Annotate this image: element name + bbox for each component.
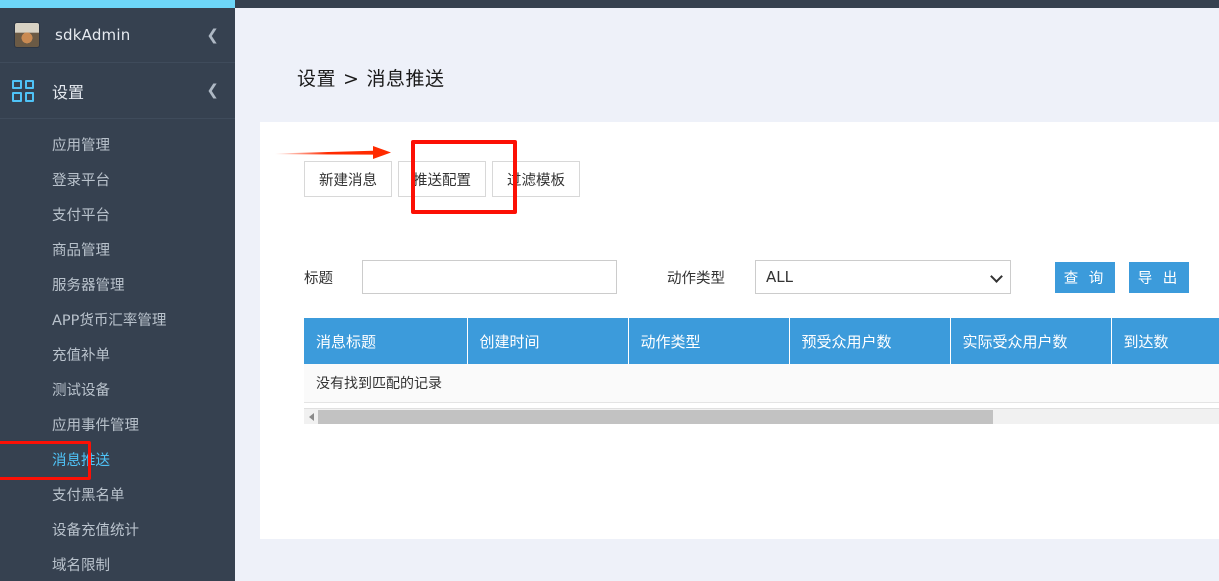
sidebar: sdkAdmin ❮ 设置 ❮ 应用管理 登录平台 支付平台 商品管理 服务器管… — [0, 0, 235, 581]
scrollbar-thumb[interactable] — [318, 409, 993, 424]
table-header: 消息标题 创建时间 动作类型 预受众用户数 实际受众用户数 到达数 — [304, 318, 1219, 364]
sidebar-item-label: APP货币汇率管理 — [52, 313, 167, 329]
main-topbar — [235, 0, 1219, 8]
scroll-left-arrow-icon[interactable] — [304, 409, 318, 425]
sidebar-item-label: 消息推送 — [52, 453, 110, 469]
filter-bar: 标题 动作类型 ALL 查 询 导 出 — [304, 260, 1194, 294]
tab-label: 新建消息 — [319, 172, 377, 189]
tab-push-config[interactable]: 推送配置 — [398, 161, 486, 197]
sidebar-item-label: 商品管理 — [52, 243, 110, 259]
action-type-label: 动作类型 — [667, 270, 725, 287]
sidebar-item-domain-restriction[interactable]: 域名限制 — [0, 547, 235, 581]
breadcrumb-separator: > — [343, 68, 360, 90]
tab-new-message[interactable]: 新建消息 — [304, 161, 392, 197]
table-header-row: 消息标题 创建时间 动作类型 预受众用户数 实际受众用户数 到达数 — [304, 318, 1219, 364]
horizontal-scrollbar[interactable] — [304, 408, 1219, 424]
breadcrumb-root[interactable]: 设置 — [297, 68, 336, 90]
sidebar-menu: 应用管理 登录平台 支付平台 商品管理 服务器管理 APP货币汇率管理 充值补单… — [0, 119, 235, 581]
sidebar-item-payment-blacklist[interactable]: 支付黑名单 — [0, 477, 235, 512]
sidebar-item-app-management[interactable]: 应用管理 — [0, 127, 235, 162]
breadcrumb: 设置 > 消息推送 — [235, 8, 1219, 91]
red-arrow-annotation — [275, 146, 391, 159]
sidebar-item-label: 设备充值统计 — [52, 523, 139, 539]
sidebar-item-message-push[interactable]: 消息推送 — [0, 441, 235, 480]
column-header-message-title[interactable]: 消息标题 — [304, 318, 468, 364]
sidebar-item-payment-platform[interactable]: 支付平台 — [0, 197, 235, 232]
column-header-reach-count[interactable]: 到达数 — [1111, 318, 1219, 364]
sidebar-section-settings[interactable]: 设置 ❮ — [0, 63, 235, 119]
sidebar-item-app-currency-rate[interactable]: APP货币汇率管理 — [0, 302, 235, 337]
avatar — [14, 22, 40, 48]
sidebar-item-recharge-supplement[interactable]: 充值补单 — [0, 337, 235, 372]
sidebar-item-product-management[interactable]: 商品管理 — [0, 232, 235, 267]
sidebar-item-test-device[interactable]: 测试设备 — [0, 372, 235, 407]
sidebar-section-label: 设置 — [52, 82, 85, 102]
sidebar-item-label: 充值补单 — [52, 348, 110, 364]
chevron-left-icon[interactable]: ❮ — [206, 27, 219, 43]
empty-state-message: 没有找到匹配的记录 — [304, 364, 1219, 403]
action-type-select[interactable]: ALL — [755, 260, 1011, 294]
column-header-expected-audience[interactable]: 预受众用户数 — [789, 318, 951, 364]
sidebar-item-server-management[interactable]: 服务器管理 — [0, 267, 235, 302]
sidebar-item-login-platform[interactable]: 登录平台 — [0, 162, 235, 197]
sidebar-item-label: 应用管理 — [52, 138, 110, 154]
breadcrumb-current: 消息推送 — [366, 68, 445, 90]
column-header-create-time[interactable]: 创建时间 — [467, 318, 629, 364]
sidebar-item-device-recharge-stats[interactable]: 设备充值统计 — [0, 512, 235, 547]
sidebar-item-label: 测试设备 — [52, 383, 110, 399]
table-body: 没有找到匹配的记录 — [304, 364, 1219, 403]
search-input[interactable] — [362, 260, 617, 294]
main-area: 设置 > 消息推送 新建消息 推送配置 过滤模板 标题 动作类型 ALL 查 询… — [235, 0, 1219, 581]
grid-icon — [12, 79, 34, 102]
tab-label: 推送配置 — [413, 172, 471, 189]
sidebar-item-app-event-management[interactable]: 应用事件管理 — [0, 407, 235, 442]
tab-filter-template[interactable]: 过滤模板 — [492, 161, 580, 197]
chevron-left-icon[interactable]: ❮ — [206, 83, 219, 98]
sidebar-item-label: 应用事件管理 — [52, 418, 139, 434]
export-button[interactable]: 导 出 — [1129, 261, 1189, 293]
tab-bar: 新建消息 推送配置 过滤模板 — [304, 161, 580, 197]
sidebar-item-label: 支付黑名单 — [52, 488, 125, 504]
tab-label: 过滤模板 — [507, 172, 565, 189]
sidebar-item-label: 服务器管理 — [52, 278, 125, 294]
sidebar-item-label: 域名限制 — [52, 558, 110, 574]
sidebar-item-label: 支付平台 — [52, 208, 110, 224]
title-label: 标题 — [304, 270, 333, 287]
results-table-wrapper: 消息标题 创建时间 动作类型 预受众用户数 实际受众用户数 到达数 没有找到匹配… — [304, 318, 1219, 424]
column-header-actual-audience[interactable]: 实际受众用户数 — [950, 318, 1112, 364]
sidebar-user-name: sdkAdmin — [55, 26, 131, 44]
results-table: 消息标题 创建时间 动作类型 预受众用户数 实际受众用户数 到达数 没有找到匹配… — [304, 318, 1219, 403]
sidebar-user-row[interactable]: sdkAdmin ❮ — [0, 8, 235, 63]
column-header-action-type[interactable]: 动作类型 — [628, 318, 790, 364]
query-button[interactable]: 查 询 — [1055, 261, 1115, 293]
table-row: 没有找到匹配的记录 — [304, 364, 1219, 403]
sidebar-topbar-accent — [0, 0, 235, 8]
sidebar-item-label: 登录平台 — [52, 173, 110, 189]
content-card: 新建消息 推送配置 过滤模板 标题 动作类型 ALL 查 询 导 出 消息标题 … — [260, 122, 1219, 539]
action-type-select-wrapper: ALL — [755, 260, 1011, 294]
